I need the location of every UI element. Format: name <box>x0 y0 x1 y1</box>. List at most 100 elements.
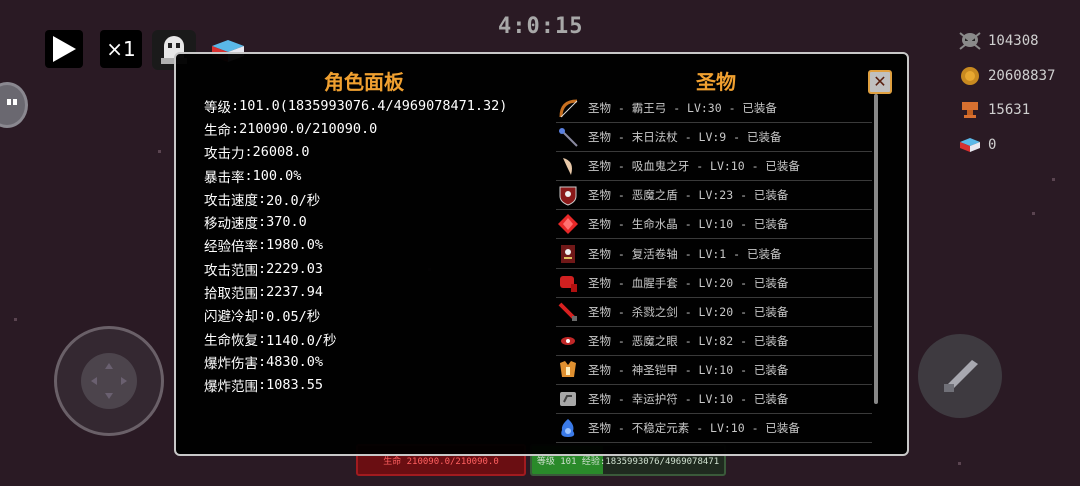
stat-value: 1140.0/秒 <box>266 332 337 349</box>
scroll-icon <box>556 243 580 265</box>
relic-text: 圣物 - 恶魔之眼 - LV:82 - 已装备 <box>588 333 789 348</box>
stat-label: 生命恢复 <box>204 332 258 349</box>
stat-label: 经验倍率 <box>204 239 258 256</box>
stat-row: 闪避冷却:0.05/秒 <box>204 307 321 326</box>
relic-text: 圣物 - 血腥手套 - LV:20 - 已装备 <box>588 275 789 290</box>
stat-value: 4830.0% <box>266 353 324 370</box>
stat-row: 攻击范围:2229.03 <box>204 260 324 279</box>
charm-icon <box>556 388 580 410</box>
sword-skill-icon <box>944 360 978 392</box>
stat-row: 爆炸伤害:4830.0% <box>204 353 324 372</box>
stat-label: 攻击范围 <box>204 262 258 279</box>
relic-list-scrollbar[interactable] <box>874 94 878 404</box>
stat-row: 生命恢复:1140.0/秒 <box>204 330 337 349</box>
stat-label: 爆炸范围 <box>204 379 258 396</box>
face-icon <box>7 99 17 105</box>
relic-item[interactable]: 圣物 - 末日法杖 - LV:9 - 已装备 <box>556 123 872 153</box>
stat-row: 生命:210090.0/210090.0 <box>204 120 378 139</box>
relic-text: 圣物 - 幸运护符 - LV:10 - 已装备 <box>588 391 789 406</box>
background-speck <box>14 318 17 321</box>
stat-label: 攻击速度 <box>204 192 258 209</box>
background-speck <box>1032 212 1035 215</box>
stat-row: 爆炸范围:1083.55 <box>204 377 324 396</box>
relic-item[interactable]: 圣物 - 复活卷轴 - LV:1 - 已装备 <box>556 239 872 269</box>
eye-icon <box>556 330 580 352</box>
stat-label: 拾取范围 <box>204 286 258 303</box>
bow-icon <box>556 97 580 119</box>
background-speck <box>958 462 961 465</box>
stat-label: 移动速度 <box>204 216 258 233</box>
relic-text: 圣物 - 恶魔之盾 - LV:23 - 已装备 <box>588 188 789 203</box>
stat-row: 等级:101.0(1835993076.4/4969078471.32) <box>204 97 508 116</box>
relic-text: 圣物 - 霸王弓 - LV:30 - 已装备 <box>588 101 777 116</box>
relic-item[interactable]: 圣物 - 恶魔之盾 - LV:23 - 已装备 <box>556 181 872 211</box>
stat-value: 0.05/秒 <box>266 309 321 326</box>
relic-item[interactable]: 圣物 - 幸运护符 - LV:10 - 已装备 <box>556 385 872 415</box>
skill-button[interactable] <box>918 334 1002 418</box>
joystick-knob[interactable] <box>81 353 137 409</box>
relic-text: 圣物 - 复活卷轴 - LV:1 - 已装备 <box>588 246 782 261</box>
play-icon <box>53 36 76 62</box>
stat-value: 370.0 <box>266 214 307 231</box>
virtual-joystick[interactable] <box>54 326 164 436</box>
relic-item[interactable]: 圣物 - 血腥手套 - LV:20 - 已装备 <box>556 269 872 298</box>
relic-list[interactable]: 圣物 - 霸王弓 - LV:30 - 已装备 圣物 - 末日法杖 - LV:9 … <box>556 94 872 444</box>
resource-value: 104308 <box>988 33 1039 49</box>
relic-text: 圣物 - 杀戮之剑 - LV:20 - 已装备 <box>588 304 789 319</box>
relic-item[interactable]: 圣物 - 神圣铠甲 - LV:10 - 已装备 <box>556 356 872 385</box>
stat-value: 1083.55 <box>266 377 324 394</box>
relic-item[interactable]: 圣物 - 霸王弓 - LV:30 - 已装备 <box>556 94 872 124</box>
shield-icon <box>556 184 580 206</box>
stat-value: 101.0(1835993076.4/4969078471.32) <box>239 97 508 114</box>
resource-kills: 104308 <box>958 30 1039 52</box>
game-timer: 4:0:15 <box>498 14 584 39</box>
stat-value: 2229.03 <box>266 260 324 277</box>
resource-trophy: 15631 <box>958 99 1030 121</box>
stat-label: 等级 <box>204 99 231 116</box>
close-button[interactable]: ✕ <box>868 70 892 94</box>
stat-value: 2237.94 <box>266 284 324 301</box>
relic-item[interactable]: 圣物 - 不稳定元素 - LV:10 - 已装备 <box>556 414 872 444</box>
stat-label: 爆炸伤害 <box>204 355 258 372</box>
crystal-icon <box>556 213 580 235</box>
relic-text: 圣物 - 末日法杖 - LV:9 - 已装备 <box>588 130 782 145</box>
close-icon: ✕ <box>873 72 887 91</box>
speed-label: ×1 <box>106 37 136 61</box>
stat-label: 暴击率 <box>204 169 245 186</box>
relic-item[interactable]: 圣物 - 生命水晶 - LV:10 - 已装备 <box>556 210 872 240</box>
side-menu-face-button[interactable] <box>0 82 28 128</box>
character-panel-title: 角色面板 <box>324 70 404 94</box>
play-button[interactable] <box>45 30 83 68</box>
trophy-icon <box>958 99 982 121</box>
speed-button[interactable]: ×1 <box>100 30 142 68</box>
stat-label: 攻击力 <box>204 146 245 163</box>
fang-icon <box>556 155 580 177</box>
stat-value: 26008.0 <box>252 144 310 161</box>
background-speck <box>1052 178 1055 181</box>
staff-icon <box>556 126 580 148</box>
stat-value: 20.0/秒 <box>266 192 321 209</box>
relic-item[interactable]: 圣物 - 吸血鬼之牙 - LV:10 - 已装备 <box>556 152 872 182</box>
chest-icon <box>958 134 982 156</box>
stat-row: 攻击速度:20.0/秒 <box>204 190 321 209</box>
resource-value: 0 <box>988 137 997 153</box>
stat-row: 移动速度:370.0 <box>204 214 307 233</box>
relic-text: 圣物 - 神圣铠甲 - LV:10 - 已装备 <box>588 362 789 377</box>
resource-value: 20608837 <box>988 68 1056 84</box>
gauntlet-icon <box>556 272 580 294</box>
dpad-arrows-icon <box>91 363 127 399</box>
relic-text: 圣物 - 不稳定元素 - LV:10 - 已装备 <box>588 421 800 436</box>
relic-item[interactable]: 圣物 - 杀戮之剑 - LV:20 - 已装备 <box>556 298 872 327</box>
stat-value: 210090.0/210090.0 <box>239 120 378 137</box>
relic-text: 圣物 - 生命水晶 - LV:10 - 已装备 <box>588 217 789 232</box>
stat-value: 1980.0% <box>266 237 324 254</box>
armor-icon <box>556 359 580 381</box>
resource-gold: 20608837 <box>958 65 1055 87</box>
stat-label: 闪避冷却 <box>204 309 258 326</box>
element-icon <box>556 417 580 439</box>
resource-value: 15631 <box>988 102 1031 118</box>
relic-panel-title: 圣物 <box>696 70 736 94</box>
relic-item[interactable]: 圣物 - 恶魔之眼 - LV:82 - 已装备 <box>556 327 872 356</box>
stat-row: 攻击力:26008.0 <box>204 144 310 163</box>
stat-value: 100.0% <box>252 167 302 184</box>
